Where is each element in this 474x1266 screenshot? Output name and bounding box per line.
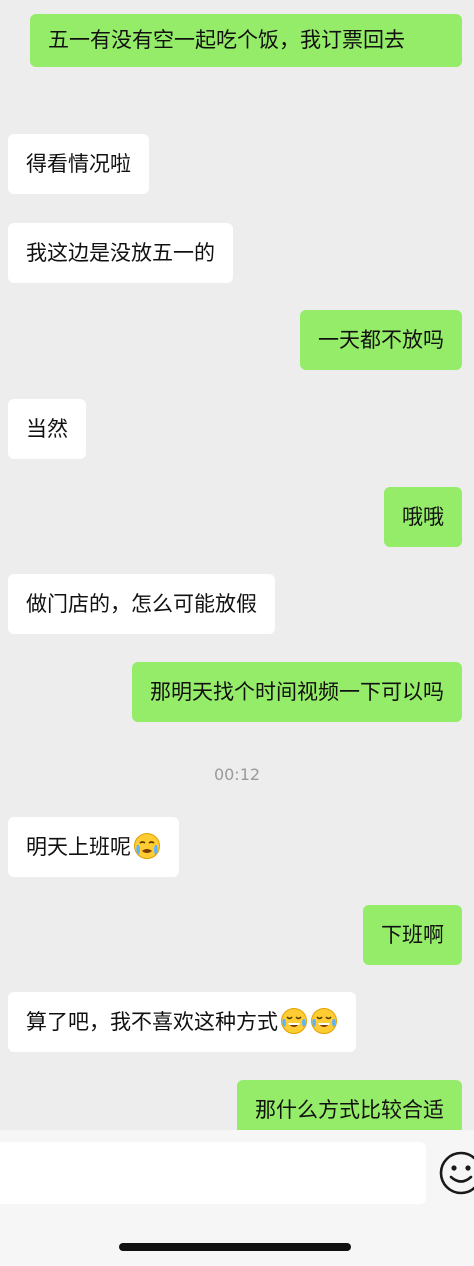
crying-face-icon [133,832,161,860]
message-bubble-incoming[interactable]: 做门店的，怎么可能放假 [8,574,275,634]
message-bubble-outgoing[interactable]: 哦哦 [384,487,462,547]
message-bubble-incoming[interactable]: 我这边是没放五一的 [8,223,233,283]
message-timestamp: 00:12 [213,765,261,784]
message-bubble-incoming[interactable]: 明天上班呢 [8,817,179,877]
tears-of-joy-icon [280,1007,308,1035]
message-bubble-outgoing[interactable]: 那什么方式比较合适 [237,1080,462,1130]
message-text: 那明天找个时间视频一下可以吗 [150,680,444,704]
message-bubble-incoming[interactable]: 得看情况啦 [8,134,149,194]
message-bubble-incoming[interactable]: 当然 [8,399,86,459]
message-text: 当然 [26,417,68,441]
message-input[interactable] [0,1142,426,1204]
message-text: 算了吧，我不喜欢这种方式 [26,1010,278,1034]
message-text: 我这边是没放五一的 [26,241,215,265]
message-bubble-outgoing[interactable]: 一天都不放吗 [300,310,462,370]
message-text: 那什么方式比较合适 [255,1098,444,1122]
smiley-face-icon[interactable] [436,1148,474,1198]
message-text: 一天都不放吗 [318,328,444,352]
message-bubble-outgoing[interactable]: 下班啊 [363,905,462,965]
tears-of-joy-icon [310,1007,338,1035]
message-bubble-incoming[interactable]: 算了吧，我不喜欢这种方式 [8,992,356,1052]
message-text: 下班啊 [381,923,444,947]
message-text: 明天上班呢 [26,835,131,859]
message-text: 哦哦 [402,505,444,529]
chat-area[interactable]: 五一有没有空一起吃个饭，我订票回去 得看情况啦 我这边是没放五一的 一天都不放吗… [0,0,474,1130]
home-indicator[interactable] [119,1243,351,1251]
message-text: 五一有没有空一起吃个饭，我订票回去 [48,28,405,52]
message-text: 做门店的，怎么可能放假 [26,592,257,616]
message-bubble-outgoing[interactable]: 五一有没有空一起吃个饭，我订票回去 [30,14,462,67]
message-bubble-outgoing[interactable]: 那明天找个时间视频一下可以吗 [132,662,462,722]
message-text: 得看情况啦 [26,152,131,176]
